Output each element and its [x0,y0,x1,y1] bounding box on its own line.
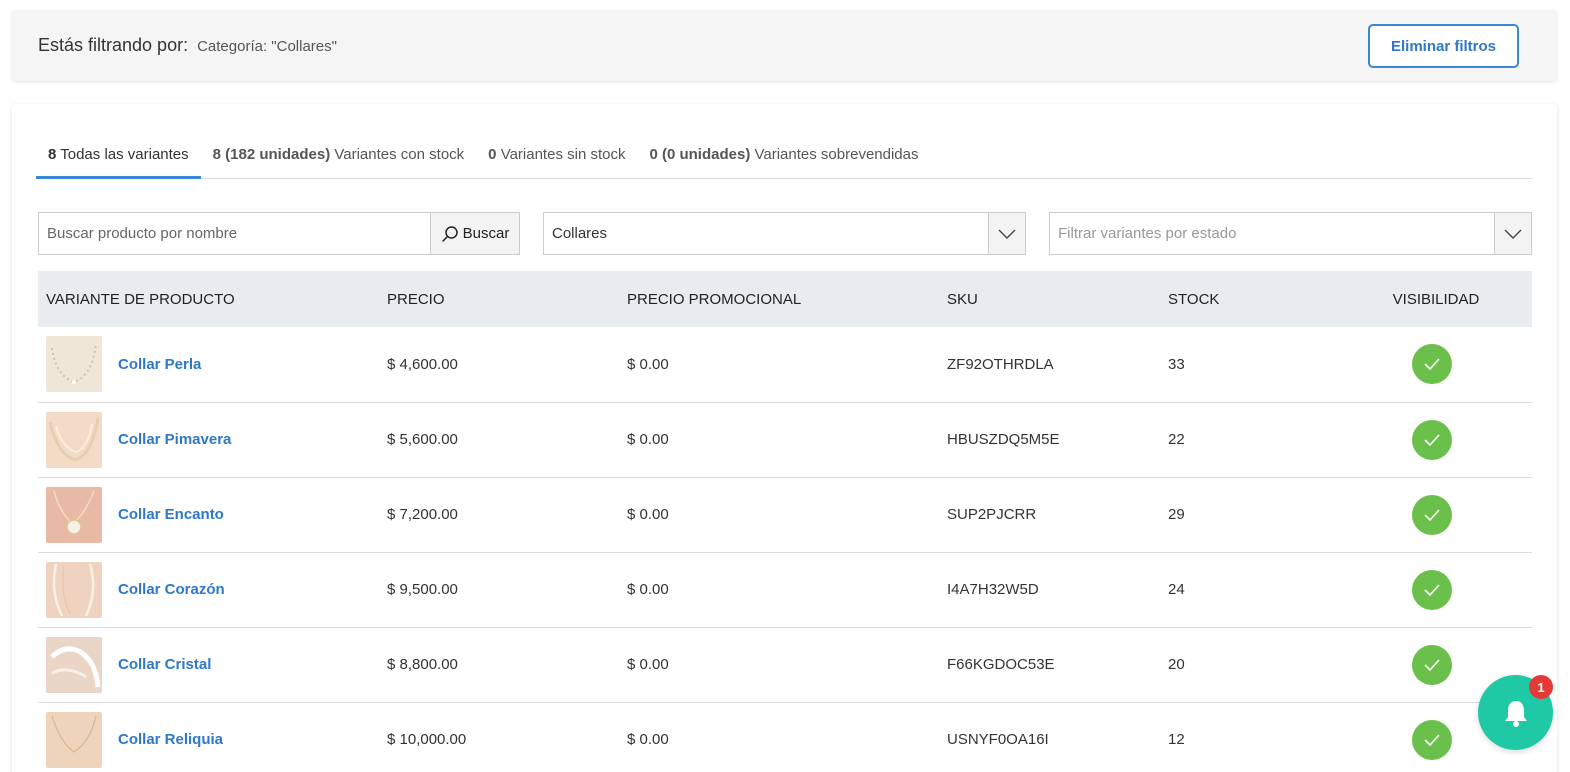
tab-variants-with-stock[interactable]: 8 (182 unidades) Variantes con stock [201,137,477,179]
sku-cell: USNYF0OA16I [947,731,1049,748]
variants-card: 8 Todas las variantes 8 (182 unidades) V… [12,104,1557,772]
tab-label: Todas las variantes [60,146,189,163]
product-name-link[interactable]: Collar Encanto [118,506,224,523]
table-row: Collar Corazón $ 9,500.00 $ 0.00 I4A7H32… [38,552,1532,627]
stock-cell: 20 [1168,656,1185,673]
check-icon [1424,658,1440,671]
product-thumbnail[interactable] [46,711,102,768]
tab-count: 0 [488,146,497,163]
product-name-link[interactable]: Collar Reliquia [118,731,223,748]
product-thumbnail[interactable] [46,486,102,543]
check-icon [1424,733,1440,746]
check-icon [1424,433,1440,446]
tab-label: Variantes con stock [334,146,465,163]
table-row: Collar Perla $ 4,600.00 $ 0.00 ZF92OTHRD… [38,327,1532,402]
sku-cell: I4A7H32W5D [947,581,1039,598]
notification-count-badge: 1 [1529,675,1553,699]
header-visibility: VISIBILIDAD [1392,290,1480,308]
tab-label: Variantes sobrevendidas [754,146,919,163]
product-name-link[interactable]: Collar Corazón [118,581,225,598]
price-cell: $ 9,500.00 [387,581,458,598]
header-sku: SKU [947,290,978,308]
price-cell: $ 5,600.00 [387,431,458,448]
check-icon [1424,508,1440,521]
status-select-placeholder: Filtrar variantes por estado [1058,225,1237,242]
product-thumbnail[interactable] [46,561,102,618]
sku-cell: SUP2PJCRR [947,506,1037,523]
chevron-down-icon [988,213,1025,254]
product-thumbnail[interactable] [46,336,102,393]
visibility-toggle[interactable] [1412,569,1452,610]
category-select-value: Collares [552,225,608,242]
tab-variants-without-stock[interactable]: 0 Variantes sin stock [476,137,637,179]
search-input[interactable] [39,213,430,254]
product-thumbnail[interactable] [46,411,102,468]
status-select[interactable]: Filtrar variantes por estado [1049,212,1532,255]
tab-label: Variantes sin stock [500,146,626,163]
header-promo-price: PRECIO PROMOCIONAL [627,290,802,308]
tab-count: 8 (182 unidades) [212,146,331,163]
visibility-toggle[interactable] [1412,419,1452,460]
stock-cell: 24 [1168,581,1185,598]
check-icon [1424,583,1440,596]
sku-cell: ZF92OTHRDLA [947,355,1054,373]
visibility-toggle[interactable] [1412,644,1452,685]
table-header: VARIANTE DE PRODUCTO PRECIO PRECIO PROMO… [38,271,1532,327]
promo-price-cell: $ 0.00 [627,355,669,373]
product-name-link[interactable]: Collar Cristal [118,656,211,673]
table-row: Collar Encanto $ 7,200.00 $ 0.00 SUP2PJC… [38,477,1532,552]
chevron-down-icon [1494,213,1531,254]
header-stock: STOCK [1168,290,1220,308]
stock-cell: 33 [1168,355,1185,373]
table-row: Collar Reliquia $ 10,000.00 $ 0.00 USNYF… [38,702,1532,772]
search-button-label: Buscar [462,225,510,242]
search-button[interactable]: Buscar [430,213,519,254]
check-icon [1424,358,1440,371]
variants-table: VARIANTE DE PRODUCTO PRECIO PRECIO PROMO… [38,271,1532,772]
table-row: Collar Cristal $ 8,800.00 $ 0.00 F66KGDO… [38,627,1532,702]
filter-value: Categoría: "Collares" [197,38,337,55]
header-variant: VARIANTE DE PRODUCTO [46,290,235,308]
clear-filters-button[interactable]: Eliminar filtros [1368,24,1519,68]
stock-cell: 22 [1168,431,1185,448]
sku-cell: F66KGDOC53E [947,656,1055,673]
promo-price-cell: $ 0.00 [627,731,669,748]
product-name-link[interactable]: Collar Perla [118,356,201,373]
promo-price-cell: $ 0.00 [627,581,669,598]
search-icon [441,225,458,242]
filter-title: Estás filtrando por: [38,35,189,55]
promo-price-cell: $ 0.00 [627,431,669,448]
tab-oversold-variants[interactable]: 0 (0 unidades) Variantes sobrevendidas [637,137,930,179]
category-select[interactable]: Collares [543,212,1026,255]
price-cell: $ 8,800.00 [387,656,458,673]
product-name-link[interactable]: Collar Pimavera [118,431,231,448]
header-price: PRECIO [387,290,445,308]
tab-count: 8 [48,146,57,163]
visibility-toggle[interactable] [1412,344,1452,385]
price-cell: $ 10,000.00 [387,731,467,748]
bell-icon [1504,700,1527,727]
product-thumbnail[interactable] [46,636,102,693]
stock-cell: 12 [1168,731,1185,748]
price-cell: $ 7,200.00 [387,506,458,523]
product-search: Buscar [38,212,520,255]
promo-price-cell: $ 0.00 [627,656,669,673]
visibility-toggle[interactable] [1412,719,1452,760]
tab-count: 0 (0 unidades) [649,146,751,163]
sku-cell: HBUSZDQ5M5E [947,431,1060,448]
table-row: Collar Pimavera $ 5,600.00 $ 0.00 HBUSZD… [38,402,1532,477]
visibility-toggle[interactable] [1412,494,1452,535]
stock-cell: 29 [1168,506,1185,523]
active-filters-bar: Estás filtrando por: Categoría: "Collare… [12,10,1557,81]
tab-all-variants[interactable]: 8 Todas las variantes [36,137,201,179]
variant-tabs: 8 Todas las variantes 8 (182 unidades) V… [36,137,1532,179]
price-cell: $ 4,600.00 [387,355,458,373]
promo-price-cell: $ 0.00 [627,506,669,523]
